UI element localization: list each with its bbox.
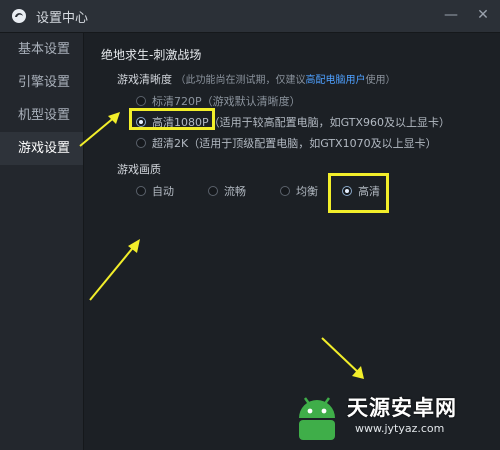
sidebar-item-device[interactable]: 机型设置 [0, 99, 83, 132]
quality-option-auto[interactable]: 自动 [136, 183, 174, 199]
arrow-to-1080p-icon [79, 112, 120, 147]
arrow-to-bottom-icon [321, 337, 364, 379]
resolution-hint-text: （此功能尚在测试期，仅建议 [175, 75, 306, 86]
high-end-user-link[interactable]: 高配电脑用户 [306, 75, 366, 86]
quality-option-balanced[interactable]: 均衡 [280, 183, 318, 199]
resolution-option-2k[interactable]: 超清2K（适用于顶级配置电脑，如GTX1070及以上显卡） [136, 135, 437, 151]
settings-window: 设置中心 — ✕ 基本设置 引擎设置 机型设置 游戏设置 绝地求生-刺激战场 游… [0, 0, 500, 450]
radio-smooth[interactable] [208, 186, 218, 196]
highlight-box-hd [328, 173, 389, 213]
quality-label: 游戏画质 [117, 163, 161, 176]
watermark: 天源安卓网 www.jytyaz.com [289, 388, 494, 448]
resolution-label: 游戏清晰度 [117, 73, 172, 86]
resolution-hint-end: 使用） [365, 75, 396, 86]
sidebar-item-game[interactable]: 游戏设置 [0, 132, 83, 165]
watermark-url: www.jytyaz.com [355, 422, 445, 435]
title-bar: 设置中心 — ✕ [0, 0, 500, 33]
sidebar-item-basic[interactable]: 基本设置 [0, 33, 83, 66]
sidebar: 基本设置 引擎设置 机型设置 游戏设置 [0, 33, 84, 450]
quality-auto-label: 自动 [152, 185, 174, 198]
game-title: 绝地求生-刺激战场 [101, 48, 202, 62]
quality-balanced-label: 均衡 [296, 185, 318, 198]
sidebar-item-engine[interactable]: 引擎设置 [0, 66, 83, 99]
app-logo-icon [10, 7, 28, 25]
resolution-group: 游戏清晰度 （此功能尚在测试期，仅建议高配电脑用户使用） [117, 71, 396, 87]
resolution-2k-label: 超清2K（适用于顶级配置电脑，如GTX1070及以上显卡） [152, 137, 437, 150]
android-logo-icon [299, 397, 335, 440]
close-button[interactable]: ✕ [474, 6, 492, 24]
resolution-hint: （此功能尚在测试期，仅建议高配电脑用户使用） [176, 75, 396, 86]
radio-auto[interactable] [136, 186, 146, 196]
quality-option-smooth[interactable]: 流畅 [208, 183, 246, 199]
quality-smooth-label: 流畅 [224, 185, 246, 198]
resolution-option-720p[interactable]: 标清720P（游戏默认清晰度） [136, 93, 301, 109]
radio-720p[interactable] [136, 96, 146, 106]
resolution-720p-label: 标清720P（游戏默认清晰度） [152, 95, 301, 108]
watermark-name: 天源安卓网 [347, 396, 457, 420]
minimize-button[interactable]: — [442, 6, 460, 24]
radio-2k[interactable] [136, 138, 146, 148]
window-title: 设置中心 [36, 10, 89, 26]
arrow-to-quality-icon [89, 239, 140, 301]
highlight-box-1080p [129, 108, 215, 130]
radio-balanced[interactable] [280, 186, 290, 196]
